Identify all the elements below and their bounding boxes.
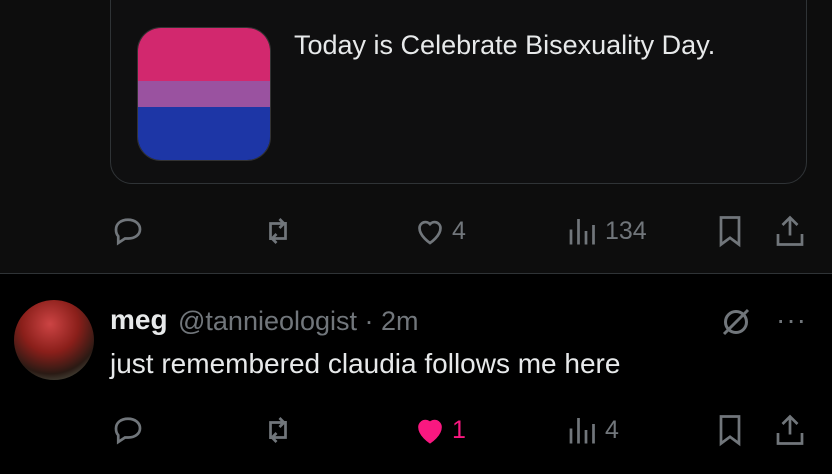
view-count: 4 (605, 415, 619, 444)
views-button[interactable]: 4 (565, 412, 619, 448)
heart-icon (418, 220, 442, 245)
views-button[interactable]: 134 (565, 213, 647, 249)
like-count: 4 (452, 216, 466, 245)
reply-text: just remembered claudia follows me here (110, 348, 621, 379)
share-button[interactable] (772, 412, 808, 448)
like-button[interactable]: 1 (412, 412, 466, 448)
bisexual-flag-image[interactable] (137, 27, 271, 161)
repost-icon (269, 417, 287, 443)
views-icon (569, 418, 595, 444)
flag-stripe-blue (138, 106, 270, 160)
repost-button[interactable] (260, 412, 296, 448)
bookmark-button[interactable] (712, 213, 748, 249)
bookmark-icon (719, 415, 741, 447)
repost-icon (269, 218, 287, 244)
reply-icon (114, 218, 142, 246)
flag-stripe-pink (138, 28, 270, 82)
view-count: 134 (605, 216, 647, 245)
quoted-post-text: Today is Celebrate Bisexuality Day. (294, 30, 716, 60)
like-count: 1 (452, 415, 466, 444)
flag-stripe-purple (138, 81, 270, 107)
views-icon (569, 219, 595, 245)
repost-button[interactable] (260, 213, 296, 249)
reply-button[interactable] (110, 412, 146, 448)
reply-button[interactable] (110, 213, 146, 249)
share-icon (776, 414, 804, 445)
heart-filled-icon (418, 419, 442, 444)
reply-icon (114, 417, 142, 445)
divider (0, 273, 832, 274)
bookmark-icon (719, 216, 741, 248)
grok-icon[interactable] (718, 304, 754, 340)
avatar[interactable] (14, 300, 94, 380)
like-button[interactable]: 4 (412, 213, 466, 249)
share-button[interactable] (772, 213, 808, 249)
bookmark-button[interactable] (712, 412, 748, 448)
handle-and-time[interactable]: @tannieologist · 2m (178, 306, 419, 337)
display-name[interactable]: meg (110, 304, 168, 336)
share-icon (776, 215, 804, 246)
more-icon[interactable]: ··· (776, 304, 807, 336)
